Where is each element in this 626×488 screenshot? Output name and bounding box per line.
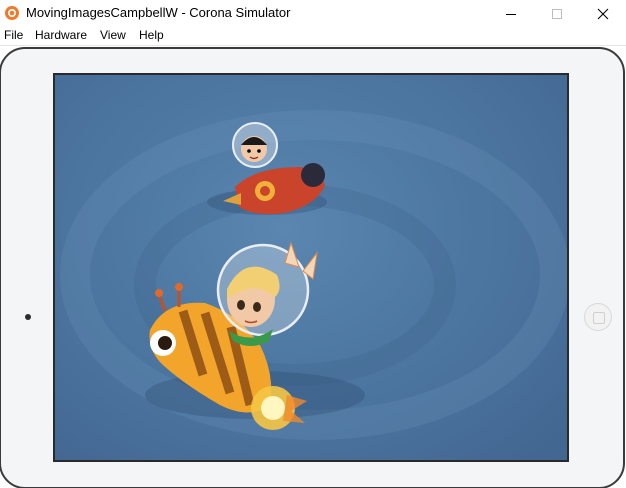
close-button[interactable] <box>580 0 626 27</box>
menu-help[interactable]: Help <box>139 28 164 42</box>
yellow-bee-rocket-sprite <box>145 241 365 430</box>
corona-app-icon <box>4 5 20 21</box>
home-button[interactable] <box>584 303 612 331</box>
menu-view[interactable]: View <box>100 28 126 42</box>
menu-file[interactable]: File <box>4 28 23 42</box>
menu-bar: File Hardware View Help <box>0 27 626 44</box>
menu-hardware[interactable]: Hardware <box>35 28 87 42</box>
menu-divider <box>0 45 626 46</box>
close-icon <box>597 8 609 19</box>
home-icon <box>593 312 605 324</box>
title-bar[interactable]: MovingImagesCampbellW - Corona Simulator <box>0 0 626 27</box>
window-title: MovingImagesCampbellW - Corona Simulator <box>26 5 291 20</box>
minimize-icon <box>506 13 516 15</box>
camera-icon <box>25 314 31 320</box>
maximize-icon <box>552 8 562 19</box>
simulator-window: MovingImagesCampbellW - Corona Simulator… <box>0 0 626 488</box>
device-screen[interactable] <box>53 73 569 462</box>
maximize-button[interactable] <box>534 0 580 27</box>
minimize-button[interactable] <box>488 0 534 27</box>
